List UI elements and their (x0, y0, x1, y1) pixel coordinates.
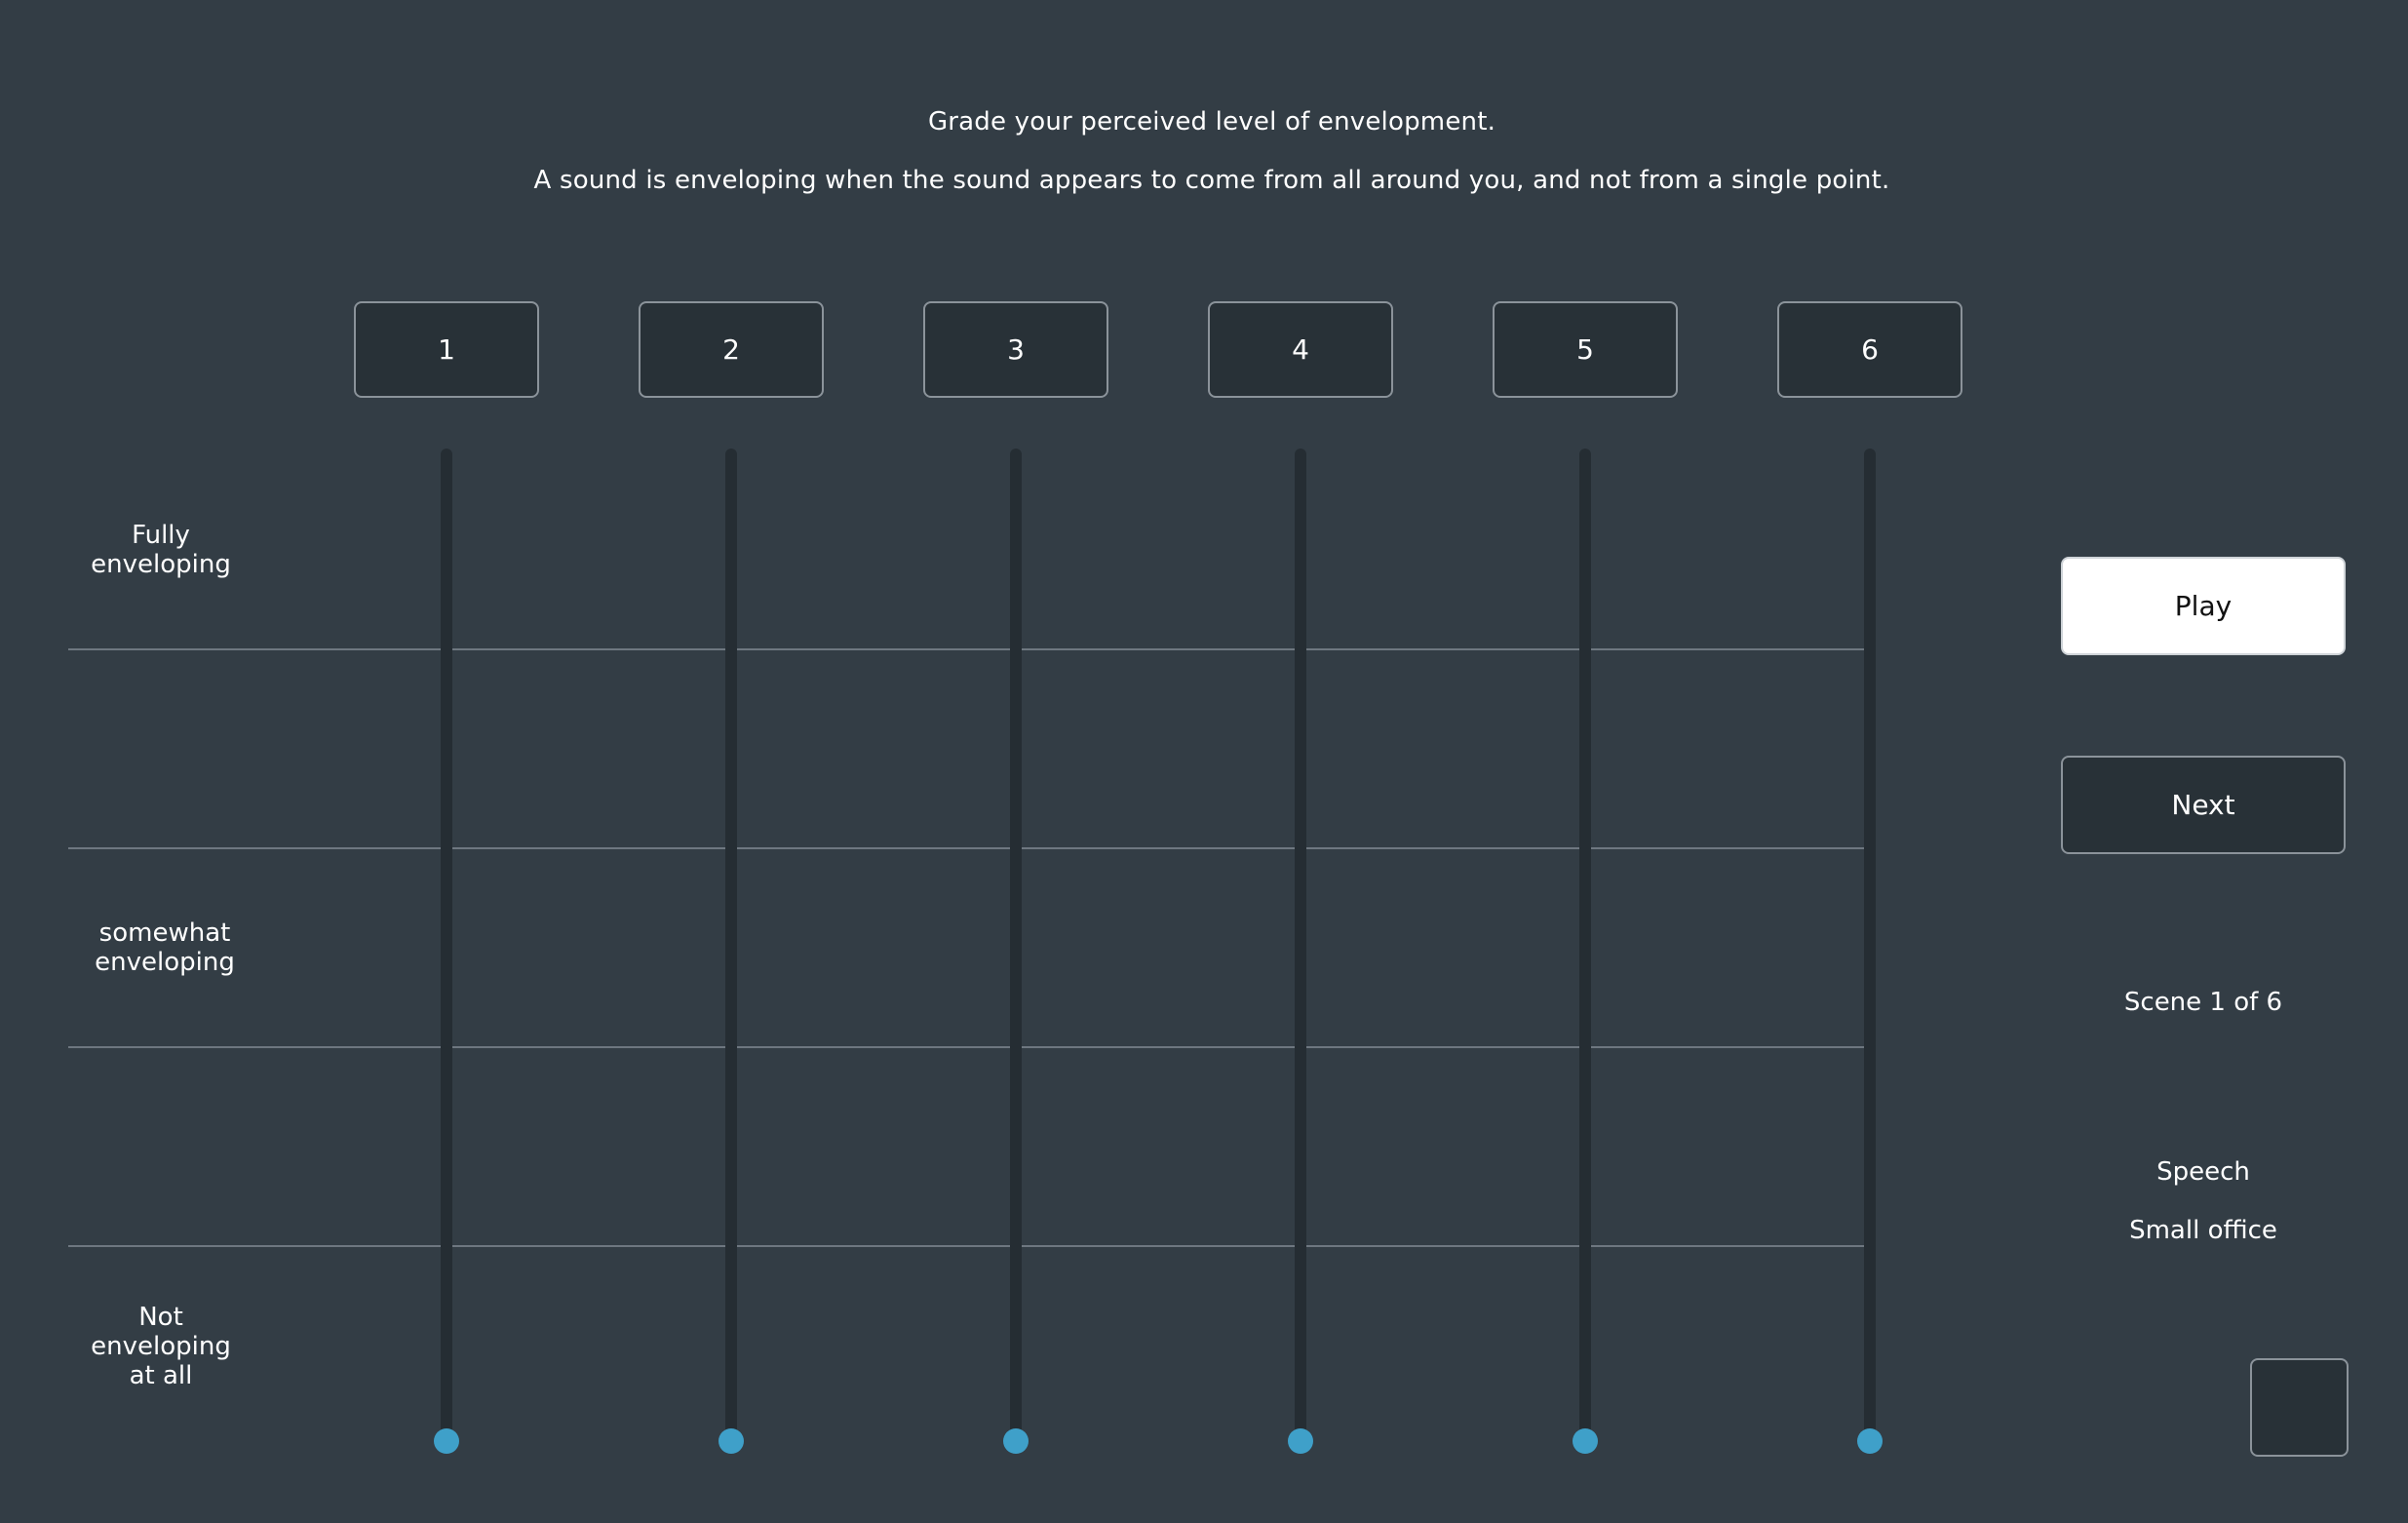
slider-track-4[interactable] (1295, 449, 1306, 1441)
scale-label-line: enveloping (95, 948, 235, 977)
slider-handle-3[interactable] (1003, 1428, 1029, 1454)
scale-label-top: Fully enveloping (39, 521, 283, 579)
instruction-title: Grade your perceived level of envelopmen… (927, 107, 1496, 137)
scene-counter: Scene 1 of 6 (2123, 988, 2283, 1017)
scale-label-bottom: Not enveloping at all (39, 1303, 283, 1390)
content-type-label: Speech (2156, 1157, 2250, 1187)
stimulus-button-5[interactable]: 5 (1493, 301, 1678, 398)
next-button[interactable]: Next (2061, 756, 2346, 854)
scale-divider (68, 648, 1864, 650)
play-button[interactable]: Play (2061, 557, 2346, 655)
slider-track-2[interactable] (725, 449, 737, 1441)
stimulus-button-6[interactable]: 6 (1777, 301, 1962, 398)
room-label: Small office (2129, 1216, 2277, 1245)
slider-handle-6[interactable] (1857, 1428, 1883, 1454)
slider-track-1[interactable] (441, 449, 452, 1441)
stimulus-button-3[interactable]: 3 (923, 301, 1108, 398)
slider-handle-1[interactable] (434, 1428, 459, 1454)
slider-handle-4[interactable] (1288, 1428, 1313, 1454)
instruction-description: A sound is enveloping when the sound app… (533, 166, 1890, 195)
scale-label-line: enveloping (91, 1332, 231, 1361)
scale-label-line: Not (138, 1303, 183, 1332)
slider-track-6[interactable] (1864, 449, 1876, 1441)
scale-label-line: enveloping (91, 550, 231, 579)
stimulus-button-2[interactable]: 2 (639, 301, 824, 398)
scale-divider (68, 1245, 1864, 1247)
scale-label-middle: somewhat enveloping (43, 918, 287, 977)
corner-button[interactable] (2250, 1358, 2349, 1457)
slider-handle-5[interactable] (1573, 1428, 1598, 1454)
slider-handle-2[interactable] (719, 1428, 744, 1454)
scale-label-line: somewhat (98, 918, 231, 948)
scale-label-line: Fully (132, 521, 190, 550)
slider-track-5[interactable] (1579, 449, 1591, 1441)
stimulus-button-4[interactable]: 4 (1208, 301, 1393, 398)
scale-divider (68, 847, 1864, 849)
slider-track-3[interactable] (1010, 449, 1022, 1441)
scale-divider (68, 1046, 1864, 1048)
stimulus-button-1[interactable]: 1 (354, 301, 539, 398)
scale-label-line: at all (129, 1361, 193, 1390)
